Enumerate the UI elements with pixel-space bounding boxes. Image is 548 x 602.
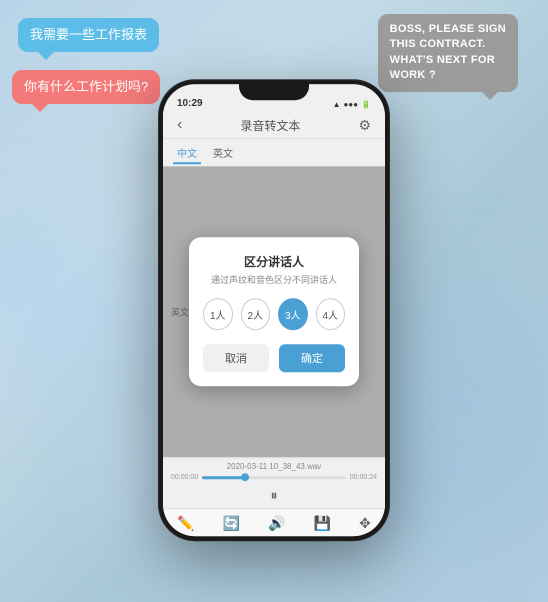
cancel-button[interactable]: 取消: [203, 344, 269, 372]
settings-icon[interactable]: ⚙: [358, 117, 371, 134]
bubble-gray-line1: BOSS, PLEASE SIGN: [390, 22, 506, 37]
volume-icon[interactable]: 🔊: [268, 515, 285, 532]
playback-controls: ⏸: [171, 487, 377, 504]
phone-screen: 10:29 ▲ ●●● 🔋 ‹ 录音转文本 ⚙ 中文 英文 英文 区分讲话人: [163, 84, 385, 536]
speaker-option-4[interactable]: 4人: [316, 298, 346, 330]
player-bar: 2020-03-11 10_38_43.wav 00:00:00 00:00:2…: [163, 457, 385, 508]
bubble-gray-line4: WORK ?: [390, 68, 506, 83]
dialog-overlay: 区分讲话人 通过声纹和音色区分不同讲话人 1人 2人 3人 4人: [163, 166, 385, 457]
bubble-gray-line2: THIS CONTRACT.: [390, 37, 506, 52]
tab-chinese[interactable]: 中文: [173, 143, 201, 164]
wifi-icon: ▲: [333, 100, 341, 109]
transcription-area: 英文 区分讲话人 通过声纹和音色区分不同讲话人 1人 2人 3人: [163, 166, 385, 457]
bottom-toolbar: ✏️ 🔄 🔊 💾 ✥: [163, 508, 385, 536]
speaker-option-3[interactable]: 3人: [278, 298, 308, 330]
progress-dot: [241, 473, 249, 481]
refresh-icon[interactable]: 🔄: [223, 515, 240, 532]
phone-notch: [239, 80, 309, 100]
dialog-subtitle: 通过声纹和音色区分不同讲话人: [203, 273, 345, 286]
phone-frame: 10:29 ▲ ●●● 🔋 ‹ 录音转文本 ⚙ 中文 英文 英文 区分讲话人: [159, 80, 389, 540]
progress-bar[interactable]: [202, 476, 346, 479]
pencil-icon[interactable]: ✏️: [177, 515, 194, 532]
back-button[interactable]: ‹: [177, 116, 182, 134]
speaker-option-2[interactable]: 2人: [241, 298, 271, 330]
progress-row: 00:00:00 00:00:24: [171, 474, 377, 481]
dialog-buttons: 取消 确定: [203, 344, 345, 372]
confirm-button[interactable]: 确定: [279, 344, 345, 372]
speech-bubble-pink: 你有什么工作计划吗?: [12, 70, 160, 104]
save-icon[interactable]: 💾: [314, 515, 331, 532]
language-tabs: 中文 英文: [163, 139, 385, 166]
bg-decoration-1: [0, 200, 150, 400]
signal-icon: ●●●: [344, 100, 359, 109]
bubble-gray-line3: WHAT'S NEXT FOR: [390, 53, 506, 68]
speaker-dialog: 区分讲话人 通过声纹和音色区分不同讲话人 1人 2人 3人 4人: [189, 237, 359, 386]
bubble-pink-line1: 你有什么工作计划吗?: [24, 78, 148, 96]
speech-bubble-blue: 我需要一些工作报表: [18, 18, 159, 52]
speaker-options: 1人 2人 3人 4人: [203, 298, 345, 330]
move-icon[interactable]: ✥: [359, 515, 371, 532]
battery-icon: 🔋: [361, 100, 371, 109]
progress-fill: [202, 476, 245, 479]
time-end: 00:00:24: [350, 474, 377, 481]
filename: 2020-03-11 10_38_43.wav: [171, 462, 377, 471]
screen-title: 录音转文本: [240, 117, 300, 134]
dialog-title: 区分讲话人: [203, 253, 345, 270]
title-bar: ‹ 录音转文本 ⚙: [163, 112, 385, 139]
bubble-blue-line1: 我需要一些工作报表: [30, 26, 147, 44]
tab-english[interactable]: 英文: [209, 143, 237, 164]
play-pause-button[interactable]: ⏸: [271, 487, 278, 504]
speaker-option-1[interactable]: 1人: [203, 298, 233, 330]
status-icons: ▲ ●●● 🔋: [333, 100, 371, 109]
status-time: 10:29: [177, 98, 203, 109]
time-start: 00:00:00: [171, 474, 198, 481]
speech-bubble-gray: BOSS, PLEASE SIGN THIS CONTRACT. WHAT'S …: [378, 14, 518, 92]
